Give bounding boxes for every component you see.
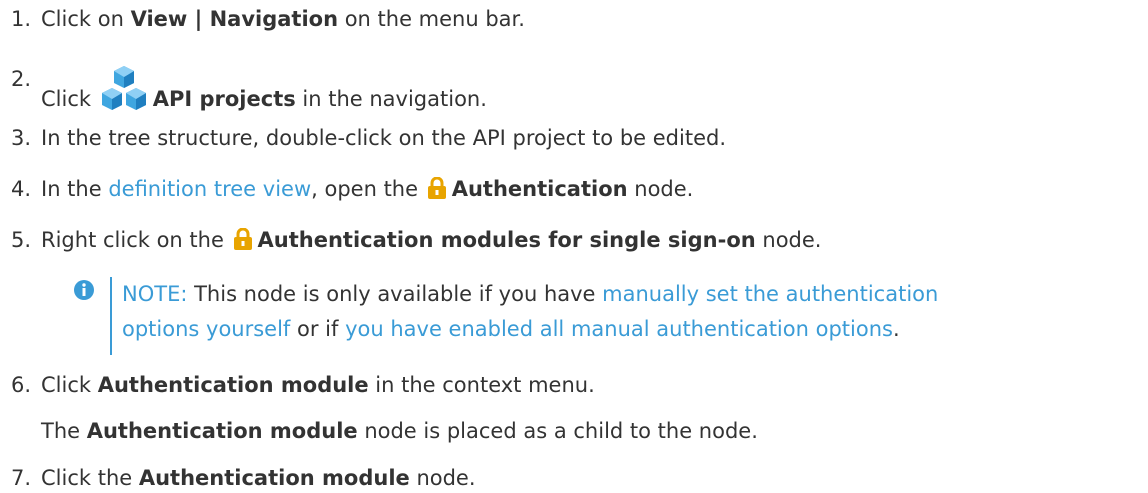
manual-options-link[interactable]: manually set the authentication <box>602 282 938 306</box>
step-text: in the context menu. <box>368 373 595 397</box>
step-number: 1. <box>11 7 32 31</box>
authentication-module-label: Authentication module <box>86 419 358 443</box>
note-body: or if <box>290 317 346 341</box>
sso-modules-node-label: Authentication modules for single sign-o… <box>257 228 756 252</box>
step-number: 3. <box>11 126 32 150</box>
menu-path: View | Navigation <box>130 7 339 31</box>
note-callout: NOTE: This node is only available if you… <box>73 277 1133 355</box>
step-text: The <box>41 419 87 443</box>
step-text: Right click on the <box>41 228 231 252</box>
step-number: 5. <box>11 228 32 252</box>
step-text: Click on <box>41 7 131 31</box>
manual-options-link-continued[interactable]: options yourself <box>122 317 290 341</box>
step-number: 4. <box>11 177 32 201</box>
note-text: NOTE: This node is only available if you… <box>122 277 938 347</box>
step-text: node is placed as a child to the node. <box>357 419 758 443</box>
step-number: 2. <box>11 67 32 91</box>
authentication-module-label: Authentication module <box>97 373 369 397</box>
authentication-module-label: Authentication module <box>138 466 410 490</box>
step-text: Click the <box>41 466 139 490</box>
step-number: 7. <box>11 466 32 490</box>
step-text: in the navigation. <box>295 87 487 111</box>
step-text: , open the <box>311 177 425 201</box>
definition-tree-view-link[interactable]: definition tree view <box>108 177 311 201</box>
step-text: node. <box>409 466 476 490</box>
enabled-manual-options-link[interactable]: you have enabled all manual authenticati… <box>345 317 893 341</box>
lock-icon <box>233 228 252 250</box>
note-body: This node is only available if you have <box>187 282 603 306</box>
step-text: node. <box>627 177 694 201</box>
info-icon <box>74 280 94 300</box>
note-body: . <box>892 317 900 341</box>
step-number: 6. <box>11 373 32 397</box>
note-divider <box>110 277 112 355</box>
step-text: Click <box>41 373 98 397</box>
step-text: node. <box>755 228 822 252</box>
procedure-document: 1. Click on View | Navigation on the men… <box>0 0 1148 493</box>
api-projects-label: API projects <box>152 87 296 111</box>
lock-icon <box>427 177 446 199</box>
step-text: In the <box>41 177 109 201</box>
note-label: NOTE: <box>122 282 188 306</box>
step-text: In the tree structure, double-click on t… <box>41 126 726 150</box>
step-text: Click <box>41 87 98 111</box>
authentication-node-label: Authentication <box>451 177 628 201</box>
step-text: on the menu bar. <box>338 7 525 31</box>
api-projects-cubes-icon <box>101 66 146 110</box>
